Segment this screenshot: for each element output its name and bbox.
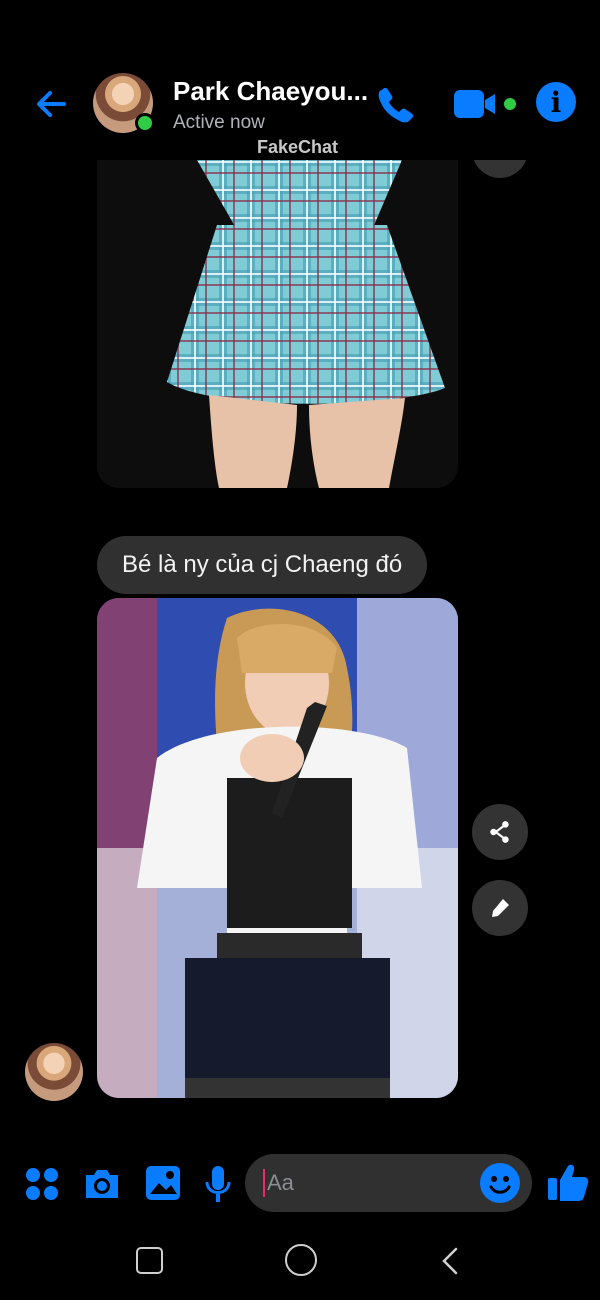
pencil-icon[interactable] <box>472 880 528 936</box>
text-caret <box>263 1169 265 1197</box>
contact-status: Active now <box>173 112 265 133</box>
apps-grid-icon[interactable] <box>24 1166 60 1202</box>
message-composer: Aa <box>0 1150 600 1220</box>
emoji-icon[interactable] <box>480 1163 520 1203</box>
message-input[interactable]: Aa <box>245 1154 532 1212</box>
share-icon[interactable] <box>472 804 528 860</box>
video-camera-icon[interactable] <box>452 86 522 122</box>
online-indicator <box>135 113 155 133</box>
home-icon[interactable] <box>285 1244 317 1276</box>
image-icon[interactable] <box>144 1164 182 1202</box>
back-nav-icon[interactable] <box>440 1246 460 1276</box>
info-icon[interactable]: i <box>536 82 576 122</box>
back-icon[interactable] <box>30 82 74 126</box>
contact-name[interactable]: Park Chaeyou... <box>173 76 368 107</box>
message-image[interactable] <box>97 120 458 488</box>
camera-icon[interactable] <box>82 1166 122 1202</box>
recents-icon[interactable] <box>136 1247 163 1274</box>
contact-avatar[interactable] <box>93 73 155 133</box>
thumbs-up-icon[interactable] <box>546 1160 590 1204</box>
phone-icon[interactable] <box>374 82 418 126</box>
sender-avatar[interactable] <box>25 1043 83 1101</box>
chat-header: Park Chaeyou... Active now i <box>0 0 600 160</box>
watermark-text: FakeChat <box>257 137 339 157</box>
system-navigation-bar <box>0 1220 600 1300</box>
message-bubble[interactable]: Bé là ny của cj Chaeng đó <box>97 536 428 594</box>
microphone-icon[interactable] <box>204 1164 232 1204</box>
input-placeholder: Aa <box>267 1170 294 1195</box>
message-image[interactable] <box>97 598 458 1098</box>
